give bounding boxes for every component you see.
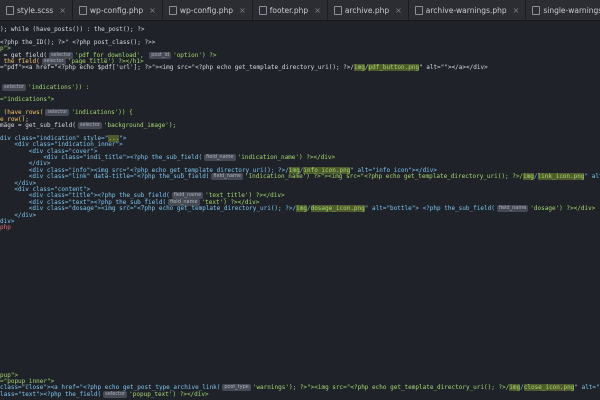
tab-style-scss[interactable]: style.scss × xyxy=(0,0,73,20)
code-token: " alt="arrow"></ xyxy=(584,173,600,181)
code-token: <div class="indi_title"><?php the_sub_fi… xyxy=(43,154,203,161)
parameter-hint: selector xyxy=(45,109,70,117)
code-line[interactable]: lass="text"><?php the_field(selector'pop… xyxy=(0,390,209,400)
tab-archive-warnings-php[interactable]: archive-warnings.php × xyxy=(408,0,527,20)
file-icon xyxy=(414,5,423,15)
search-highlight: img xyxy=(509,384,521,392)
close-icon[interactable]: × xyxy=(59,6,66,15)
close-icon[interactable]: × xyxy=(513,6,520,15)
code-token: 'indication_name') ?></div> xyxy=(237,154,336,161)
tab-archive-php[interactable]: archive.php × xyxy=(327,0,409,20)
close-icon[interactable]: × xyxy=(314,6,321,15)
search-highlight: img xyxy=(354,64,365,72)
tab-wp-config-php[interactable]: wp-config.php × xyxy=(162,0,253,20)
parameter-hint: selector xyxy=(2,83,26,91)
code-token: lass="text"><?php the_field( xyxy=(0,390,102,398)
code-line[interactable]: ="pdf"><a href="<?php echo $pdf['url']; … xyxy=(0,63,488,73)
code-token: 'dosage') ?></div> xyxy=(530,205,596,213)
code-line[interactable]: <div class="indi_title"><?php the_sub_fi… xyxy=(43,153,335,163)
file-icon xyxy=(6,5,14,15)
code-token: mage = get_sub_field( xyxy=(0,122,76,129)
code-token: <?php the_ID(); ?>" <?php post_class(); … xyxy=(0,38,156,46)
code-token: " alt="X"></a></ xyxy=(574,384,600,392)
search-highlight: img xyxy=(523,173,534,181)
code-line[interactable]: <div class="link" data-title="<?php the_… xyxy=(29,172,600,182)
code-token: 'background_image'); xyxy=(103,122,177,129)
parameter-hint: field_name xyxy=(211,173,243,181)
search-highlight: close_icon.png xyxy=(523,384,575,392)
code-line[interactable]: ="indications"> xyxy=(0,95,54,105)
tab-wp-config-php[interactable]: wp-config.php × xyxy=(72,0,163,20)
code-token: 'option') ?> xyxy=(173,51,217,59)
close-icon[interactable]: × xyxy=(239,6,246,15)
editor-tab-bar: style.scss × wp-config.php × wp-config.php × f… xyxy=(0,0,600,21)
code-token: 'indications')) : xyxy=(27,83,90,91)
parameter-hint: field_name xyxy=(204,154,236,161)
tab-label: footer.php xyxy=(269,5,309,15)
file-icon xyxy=(333,5,342,15)
code-line[interactable]: php xyxy=(0,223,11,233)
code-token: <div class="dosage"><img src="<?php echo… xyxy=(28,205,297,213)
code-line[interactable]: ); while (have_posts()) : the_post(); ?> xyxy=(0,25,145,35)
code-token: 'indication_name') ?>"><img src="<?php e… xyxy=(244,173,524,181)
code-token: " alt="bottle"> <?php the_sub_field( xyxy=(364,205,495,213)
search-highlight: dosage_icon.png xyxy=(310,205,365,213)
parameter-hint: selector xyxy=(103,390,128,398)
code-token: ="indications"> xyxy=(0,96,55,104)
search-highlight: pdf_button.png xyxy=(368,64,420,72)
code-line[interactable]: <div class="dosage"><img src="<?php echo… xyxy=(28,204,596,214)
code-token: php xyxy=(0,224,11,232)
code-token: 'warnings'); ?>"><img src="<?php echo ge… xyxy=(252,384,510,392)
tab-label: single-warnings.php xyxy=(543,5,600,15)
tab-single-warnings-php[interactable]: single-warnings.php× xyxy=(526,0,600,20)
search-highlight: img xyxy=(296,205,307,213)
file-icon xyxy=(168,5,177,15)
parameter-hint: post_type xyxy=(222,384,251,392)
code-token: 'indications')) { xyxy=(71,109,133,117)
code-token: / xyxy=(533,173,538,181)
search-highlight: link_icon.png xyxy=(537,173,585,181)
tab-label: archive-warnings.php xyxy=(425,5,507,15)
tab-label: style.scss xyxy=(17,5,54,15)
file-icon xyxy=(258,5,267,15)
code-line[interactable]: <?php the_ID(); ?>" <?php post_class(); … xyxy=(0,38,155,48)
code-line[interactable]: </div> xyxy=(14,211,36,221)
code-line[interactable]: mage = get_sub_field(selector'background… xyxy=(0,121,176,131)
tab-label: wp-config.php xyxy=(89,5,144,15)
parameter-hint: field_name xyxy=(496,205,529,213)
file-icon xyxy=(532,5,541,15)
code-token: ); while (have_posts()) : the_post(); ?> xyxy=(0,26,145,33)
close-icon[interactable]: × xyxy=(149,6,156,15)
code-token: <div class="link" data-title="<?php the_… xyxy=(28,173,210,181)
close-icon[interactable]: × xyxy=(395,6,402,15)
parameter-hint: selector xyxy=(77,122,102,129)
code-editor[interactable]: ); while (have_posts()) : the_post(); ?>… xyxy=(0,21,600,400)
tab-label: wp-config.php xyxy=(179,5,234,15)
file-icon xyxy=(78,5,87,15)
code-token: " alt=""></a></div> xyxy=(419,64,488,72)
code-token: 'popup_text') ?></div> xyxy=(129,390,209,398)
code-token: </div> xyxy=(14,211,37,219)
code-line[interactable]: selector'indications')) : xyxy=(0,83,89,93)
tab-label: archive.php xyxy=(344,5,390,15)
parameter-hint: post_id xyxy=(149,51,172,59)
code-token: ="pdf"><a href="<?php echo $pdf['url']; … xyxy=(0,64,355,72)
tab-footer-php[interactable]: footer.php × xyxy=(252,0,328,20)
